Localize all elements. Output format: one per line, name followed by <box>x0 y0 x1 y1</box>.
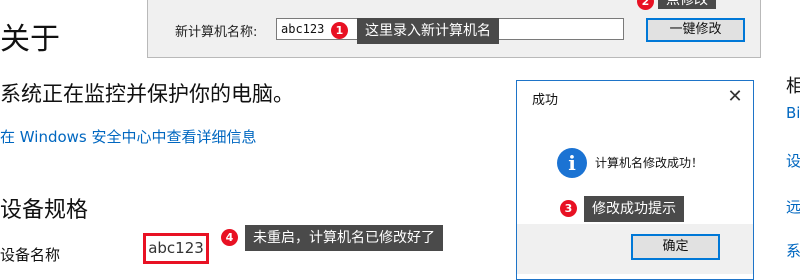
dialog-title: 成功 <box>532 93 559 108</box>
device-specs-heading: 设备规格 <box>0 198 89 223</box>
annotation-callout-1: 这里录入新计算机名 <box>357 18 499 44</box>
device-name-label: 设备名称 <box>0 246 61 264</box>
related-settings-heading: 相 <box>786 76 800 97</box>
annotation-callout-3: 修改成功提示 <box>584 196 684 222</box>
protection-status-text: 系统正在监控并保护你的电脑。 <box>0 82 294 106</box>
new-computer-name-label: 新计算机名称: <box>175 25 258 40</box>
one-click-rename-button[interactable]: 一键修改 <box>646 18 745 42</box>
close-icon[interactable]: ✕ <box>724 84 746 110</box>
related-link-remote-desktop[interactable]: 远 <box>786 196 800 217</box>
page-title: 关于 <box>0 22 60 57</box>
annotation-callout-4: 未重启，计算机名已修改好了 <box>245 225 443 251</box>
dialog-message: 计算机名修改成功！ <box>595 156 704 170</box>
annotation-badge-1: 1 <box>331 22 348 39</box>
info-icon: i <box>557 148 587 178</box>
related-link-device-manager[interactable]: 设 <box>786 150 800 171</box>
security-center-link[interactable]: 在 Windows 安全中心中查看详细信息 <box>0 126 257 147</box>
annotation-badge-4: 4 <box>221 229 238 246</box>
ok-button[interactable]: 确定 <box>631 234 720 260</box>
device-name-value: abc123 <box>143 233 209 264</box>
related-link-bitlocker[interactable]: Bi <box>786 104 800 122</box>
annotation-badge-3: 3 <box>560 200 577 217</box>
related-link-system-protection[interactable]: 系 <box>786 240 800 261</box>
annotation-callout-2: 点修改 <box>658 0 716 9</box>
